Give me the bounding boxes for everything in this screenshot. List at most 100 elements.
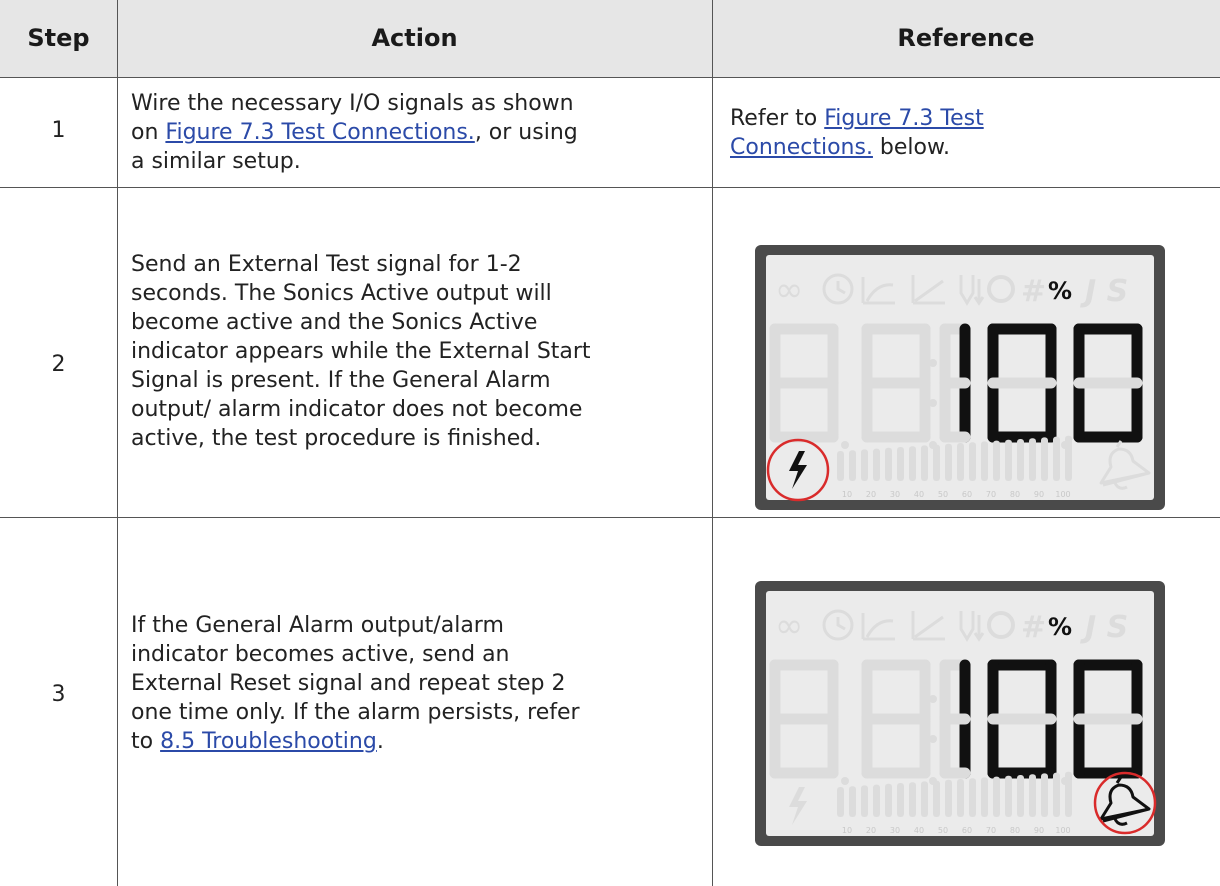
bar-scale-label: 80	[1010, 490, 1020, 499]
header-step: Step	[27, 24, 90, 52]
bargraph-segment	[921, 445, 928, 481]
bargraph-segment	[957, 779, 964, 817]
probe-icon	[959, 275, 985, 306]
bargraph-segment	[909, 446, 916, 481]
js-letters: J S	[1080, 610, 1128, 645]
bell-icon	[1099, 447, 1151, 490]
lcd-display: ∞ #% J S 10 20 30 40 50 60 70 80 90 100	[755, 245, 1165, 510]
bargraph-segment	[957, 443, 964, 481]
chart-icon	[861, 613, 895, 641]
bargraph-segment	[933, 444, 940, 481]
bargraph-segment	[993, 440, 1000, 481]
bar-scale-label: 70	[986, 490, 996, 499]
trend-icon	[911, 611, 945, 641]
lightning-icon	[789, 451, 807, 489]
bar-scale-label: 80	[1010, 826, 1020, 835]
bargraph-segment	[909, 782, 916, 817]
header-action: Action	[371, 24, 458, 52]
bargraph-segment	[969, 442, 976, 481]
bargraph-segment	[1005, 439, 1012, 481]
percent-symbol: %	[1048, 613, 1072, 641]
header-reference: Reference	[897, 24, 1035, 52]
bargraph-segment	[945, 443, 952, 481]
bargraph-segment	[921, 781, 928, 817]
bargraph-segment	[897, 783, 904, 817]
bargraph-segment	[885, 783, 892, 817]
bargraph-segment	[873, 784, 880, 817]
bargraph-segment	[1053, 436, 1060, 481]
bar-scale-label: 50	[938, 826, 948, 835]
bargraph-segment	[1017, 775, 1024, 817]
bargraph-segment	[981, 777, 988, 817]
bar-scale-label: 100	[1055, 826, 1070, 835]
bargraph-segment	[861, 449, 868, 481]
trend-icon	[911, 275, 945, 305]
bar-scale-label: 60	[962, 490, 972, 499]
bargraph-segment	[1029, 438, 1036, 481]
figure-7-3-link[interactable]: Connections.	[730, 135, 873, 160]
bargraph-segment	[1065, 435, 1072, 481]
bargraph-segment	[981, 441, 988, 481]
bar-scale-label: 20	[866, 826, 876, 835]
clock-icon	[836, 617, 846, 631]
colon-dot	[929, 359, 937, 367]
step-number: 1	[51, 118, 66, 143]
bar-scale-label: 30	[890, 826, 900, 835]
colon-dot	[929, 695, 937, 703]
bar-scale-label: 40	[914, 826, 924, 835]
bargraph-segment	[1017, 439, 1024, 481]
bargraph-segment	[861, 785, 868, 817]
decimal-dot	[841, 441, 849, 449]
bar-scale-label: 70	[986, 826, 996, 835]
colon-dot	[929, 399, 937, 407]
decimal-dot	[841, 777, 849, 785]
bargraph-segment	[1053, 772, 1060, 817]
bargraph-segment	[885, 447, 892, 481]
bargraph-segment	[1041, 437, 1048, 481]
lcd-display: ∞ #% J S 10 20 30 40 50 60 70 80 90 100	[755, 581, 1165, 846]
row-divider	[0, 517, 1220, 518]
bargraph-segment	[993, 776, 1000, 817]
bargraph-segment	[849, 786, 856, 817]
probe-icon	[959, 611, 985, 642]
infinity-icon: ∞	[775, 270, 803, 310]
row-divider	[0, 77, 1220, 78]
bargraph-segment	[969, 778, 976, 817]
column-divider	[712, 0, 713, 886]
bargraph-segment	[837, 451, 844, 481]
bar-scale-label: 10	[842, 826, 852, 835]
column-divider	[117, 0, 118, 886]
bargraph-segment	[1065, 771, 1072, 817]
bargraph-segment	[873, 448, 880, 481]
bar-scale-label: 60	[962, 826, 972, 835]
bargraph-segment	[1005, 775, 1012, 817]
bargraph-segment	[933, 780, 940, 817]
circle-icon	[987, 611, 1015, 639]
row-divider	[0, 187, 1220, 188]
step-number: 3	[51, 682, 66, 707]
troubleshooting-link[interactable]: 8.5 Troubleshooting	[160, 729, 377, 754]
percent-symbol: %	[1048, 277, 1072, 305]
bar-scale-label: 20	[866, 490, 876, 499]
infinity-icon: ∞	[775, 606, 803, 646]
action-text: Send an External Test signal for 1-2 sec…	[131, 252, 591, 451]
hash-icon: #	[1021, 610, 1046, 645]
bar-scale-label: 100	[1055, 490, 1070, 499]
bargraph-segment	[837, 787, 844, 817]
figure-7-3-link[interactable]: Figure 7.3 Test Connections.	[165, 120, 474, 145]
bargraph-segment	[897, 447, 904, 481]
bar-scale-label: 10	[842, 490, 852, 499]
chart-icon	[861, 277, 895, 305]
reference-text: Refer to Figure 7.3 Test Connections. be…	[730, 106, 984, 160]
bar-scale-label: 30	[890, 490, 900, 499]
figure-7-3-link[interactable]: Figure 7.3 Test	[824, 106, 983, 131]
bargraph-segment	[945, 779, 952, 817]
js-letters: J S	[1080, 274, 1128, 309]
bar-scale-label: 90	[1034, 826, 1044, 835]
clock-icon	[836, 281, 846, 295]
bargraph-segment	[1041, 773, 1048, 817]
step-number: 2	[51, 352, 66, 377]
action-text: If the General Alarm output/alarm indica…	[131, 613, 580, 754]
colon-dot	[929, 735, 937, 743]
bell-icon	[1099, 783, 1151, 826]
